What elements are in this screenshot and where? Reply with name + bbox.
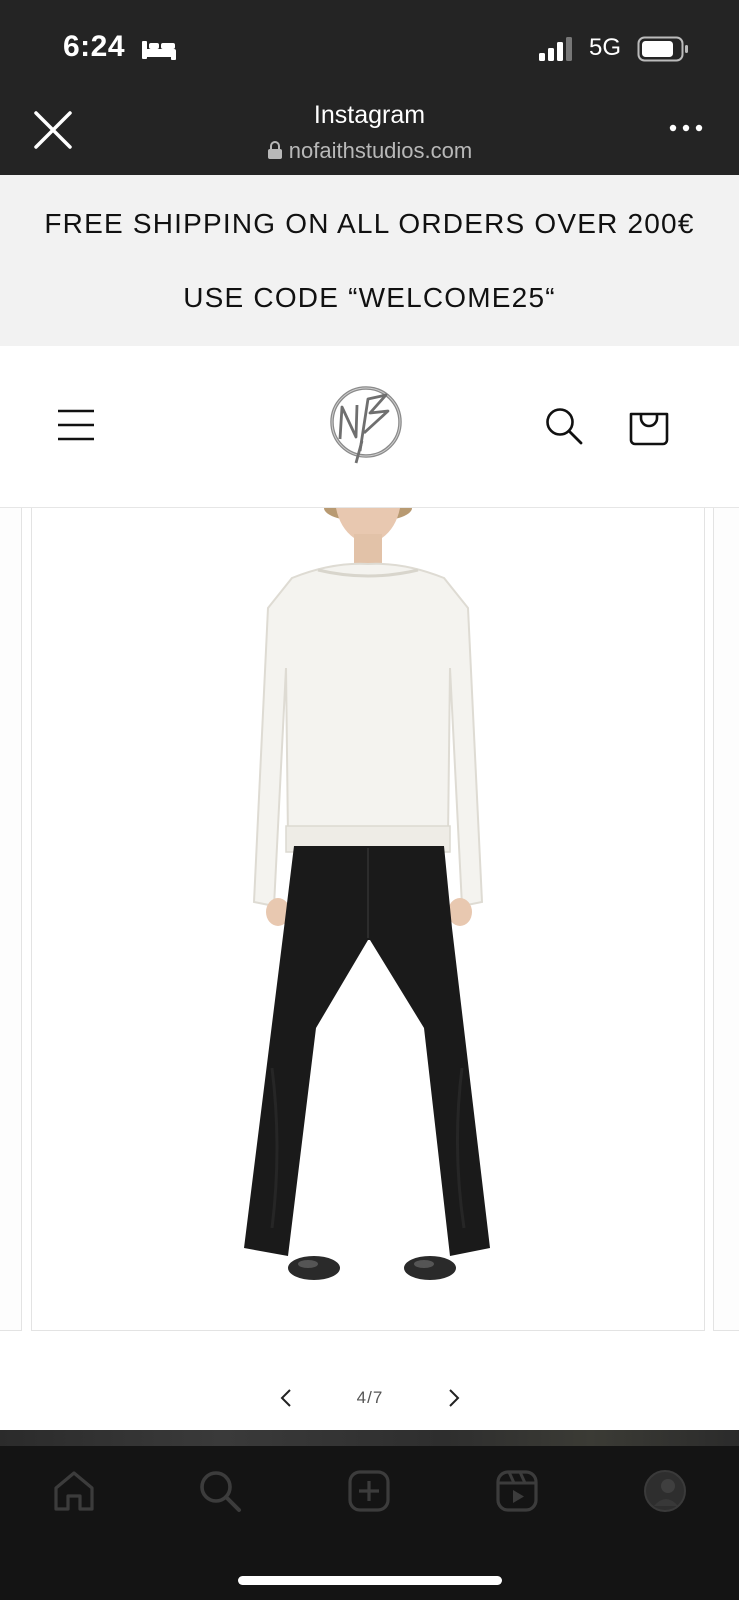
home-indicator[interactable] xyxy=(238,1576,502,1585)
next-slide-peek[interactable] xyxy=(713,508,739,1331)
status-time: 6:24 xyxy=(63,30,126,63)
profile-avatar[interactable] xyxy=(642,1468,688,1514)
instagram-bottom-nav xyxy=(0,1446,739,1600)
battery-icon xyxy=(637,36,688,62)
search-icon[interactable] xyxy=(544,406,584,446)
announcement-banner: FREE SHIPPING ON ALL ORDERS OVER 200€ US… xyxy=(0,175,739,346)
more-icon[interactable] xyxy=(668,123,704,133)
signal-icon xyxy=(539,37,572,61)
background-content-strip xyxy=(0,1430,739,1446)
browser-header: Instagram nofaithstudios.com xyxy=(0,95,739,175)
reels-icon[interactable] xyxy=(494,1468,540,1514)
gallery-pager: 4/7 xyxy=(0,1378,739,1418)
browser-title: Instagram xyxy=(313,101,426,129)
product-photo xyxy=(32,508,704,1330)
product-gallery: 4/7 xyxy=(0,508,739,1430)
create-icon[interactable] xyxy=(346,1468,392,1514)
product-slide[interactable] xyxy=(31,508,705,1331)
free-shipping-text: FREE SHIPPING ON ALL ORDERS OVER 200€ xyxy=(44,208,695,239)
url-text: nofaithstudios.com xyxy=(288,138,473,163)
chevron-right-icon[interactable] xyxy=(442,1384,466,1412)
lock-icon xyxy=(267,141,282,159)
bed-icon xyxy=(142,41,176,60)
slide-counter: 4/7 xyxy=(356,1388,384,1407)
store-header xyxy=(0,346,739,508)
home-icon[interactable] xyxy=(51,1468,97,1514)
previous-slide-peek[interactable] xyxy=(0,508,22,1331)
promo-code-text: USE CODE “WELCOME25“ xyxy=(183,282,556,313)
cart-icon[interactable] xyxy=(628,404,670,446)
chevron-left-icon[interactable] xyxy=(274,1384,298,1412)
browser-url[interactable]: nofaithstudios.com xyxy=(0,138,739,164)
network-label: 5G xyxy=(589,34,622,61)
menu-icon[interactable] xyxy=(57,408,95,442)
status-bar: 6:24 5G xyxy=(0,0,739,95)
brand-logo[interactable] xyxy=(326,381,406,467)
search-icon[interactable] xyxy=(197,1468,243,1514)
